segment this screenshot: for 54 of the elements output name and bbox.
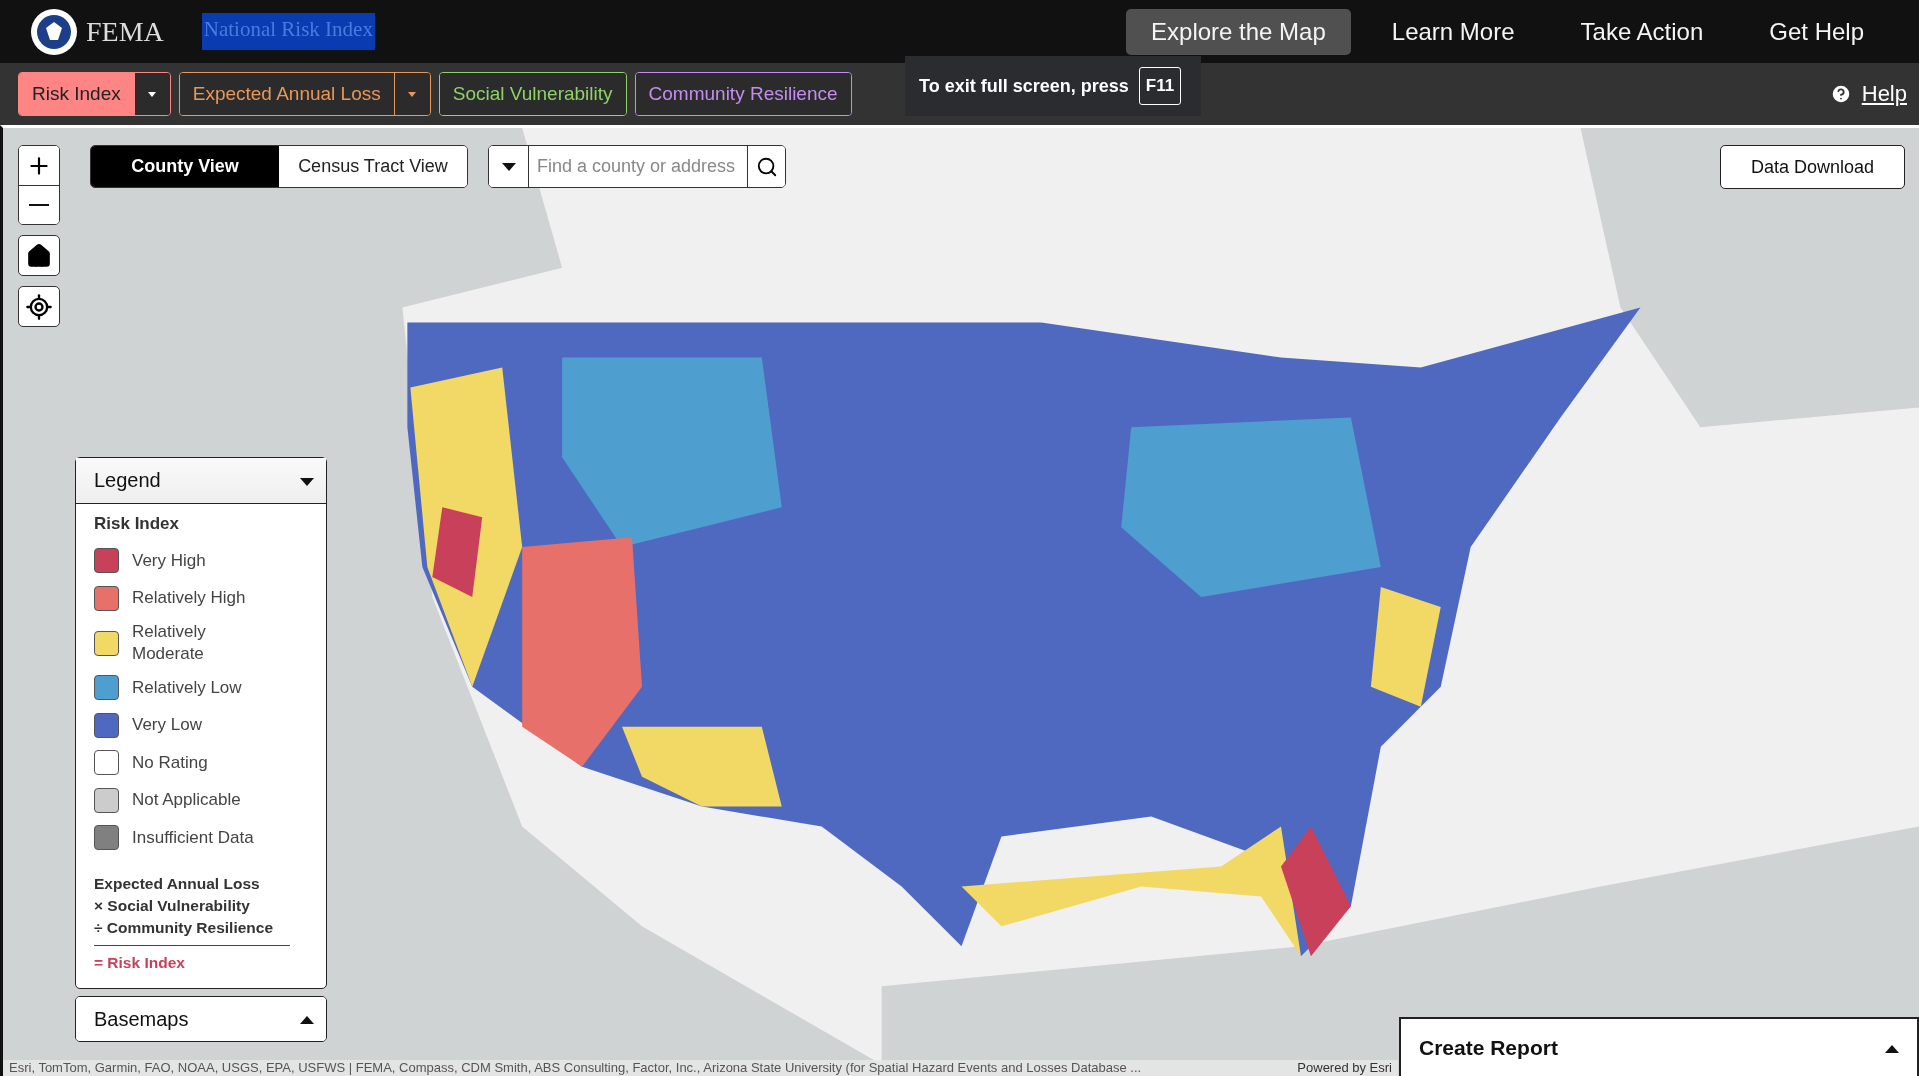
zoom-out-button[interactable]	[19, 185, 59, 224]
formula-line: ÷ Community Resilience	[94, 917, 275, 938]
home-icon	[26, 242, 52, 269]
nav-link[interactable]: Take Action	[1555, 8, 1729, 55]
nav-link[interactable]: Get Help	[1744, 8, 1889, 55]
create-report-panel[interactable]: Create Report	[1399, 1017, 1919, 1076]
formula-line: Expected Annual Loss	[94, 873, 261, 894]
key-label: F11	[1138, 67, 1182, 105]
logo-text: FEMA	[86, 15, 164, 48]
layer-tab[interactable]: Expected Annual Loss	[179, 73, 394, 115]
view-toggle-button[interactable]: County View	[91, 146, 279, 187]
view-toggle-button[interactable]: Census Tract View	[279, 146, 467, 187]
legend-label: Relatively Moderate	[132, 620, 207, 665]
caret-button[interactable]	[133, 73, 170, 115]
caret-down-icon	[501, 162, 516, 171]
nav-link[interactable]: Learn More	[1366, 8, 1540, 55]
layer-tab[interactable]: Risk Index	[19, 73, 134, 115]
basemaps-header[interactable]: Basemaps	[76, 997, 326, 1041]
legend-label: No Rating	[132, 751, 209, 774]
legend-label: Very Low	[132, 714, 203, 737]
dropdown-button[interactable]	[489, 146, 529, 187]
crosshair-icon	[25, 292, 53, 321]
data-download-button[interactable]: Data Download	[1719, 145, 1905, 189]
search-button[interactable]	[747, 146, 785, 187]
caret-up-icon	[300, 1016, 314, 1024]
home-button[interactable]	[18, 235, 60, 276]
legend-label: Not Applicable	[132, 789, 242, 812]
legend-label: Very High	[132, 549, 207, 572]
caret-down-icon	[300, 477, 314, 486]
seal-icon	[30, 7, 78, 56]
formula-result: = Risk Index	[94, 953, 186, 972]
caret-down-icon	[148, 91, 157, 97]
caret-button[interactable]	[393, 73, 430, 115]
attribution-text: Esri, TomTom, Garmin, FAO, NOAA, USGS, EPA, USFWS | FEMA, Compass, CDM Smith, ABS Consulting, Factor, Inc., Arizona State University (for Spatial Hazard Events and Losses Database ...	[9, 1060, 1142, 1076]
legend-header[interactable]: Legend	[76, 458, 326, 504]
powered-by-link[interactable]: Powered by Esri	[1297, 1060, 1392, 1076]
create-report-title: Create Report	[1419, 1035, 1558, 1060]
toast-text: To exit full screen, press	[919, 75, 1129, 97]
layer-tab[interactable]: Social Vulnerability	[439, 73, 626, 115]
layer-tab[interactable]: Community Resilience	[635, 73, 851, 115]
search-bar[interactable]: Find a county or address	[488, 145, 786, 188]
formula-line: × Social Vulnerability	[94, 895, 251, 916]
caret-down-icon	[408, 91, 417, 97]
legend-label: Insufficient Data	[132, 826, 255, 849]
help-icon	[1829, 83, 1852, 105]
minus-icon	[29, 204, 49, 206]
caret-up-icon	[1885, 1044, 1899, 1053]
nav-link[interactable]: Explore the Map	[1126, 8, 1351, 55]
locate-button[interactable]	[18, 286, 60, 327]
legend-heading: Risk Index	[94, 514, 181, 534]
search-icon	[755, 155, 778, 178]
legend-label: Relatively High	[132, 587, 247, 610]
help-link[interactable]: Help	[1829, 81, 1907, 107]
legend-label: Relatively Low	[132, 676, 243, 699]
